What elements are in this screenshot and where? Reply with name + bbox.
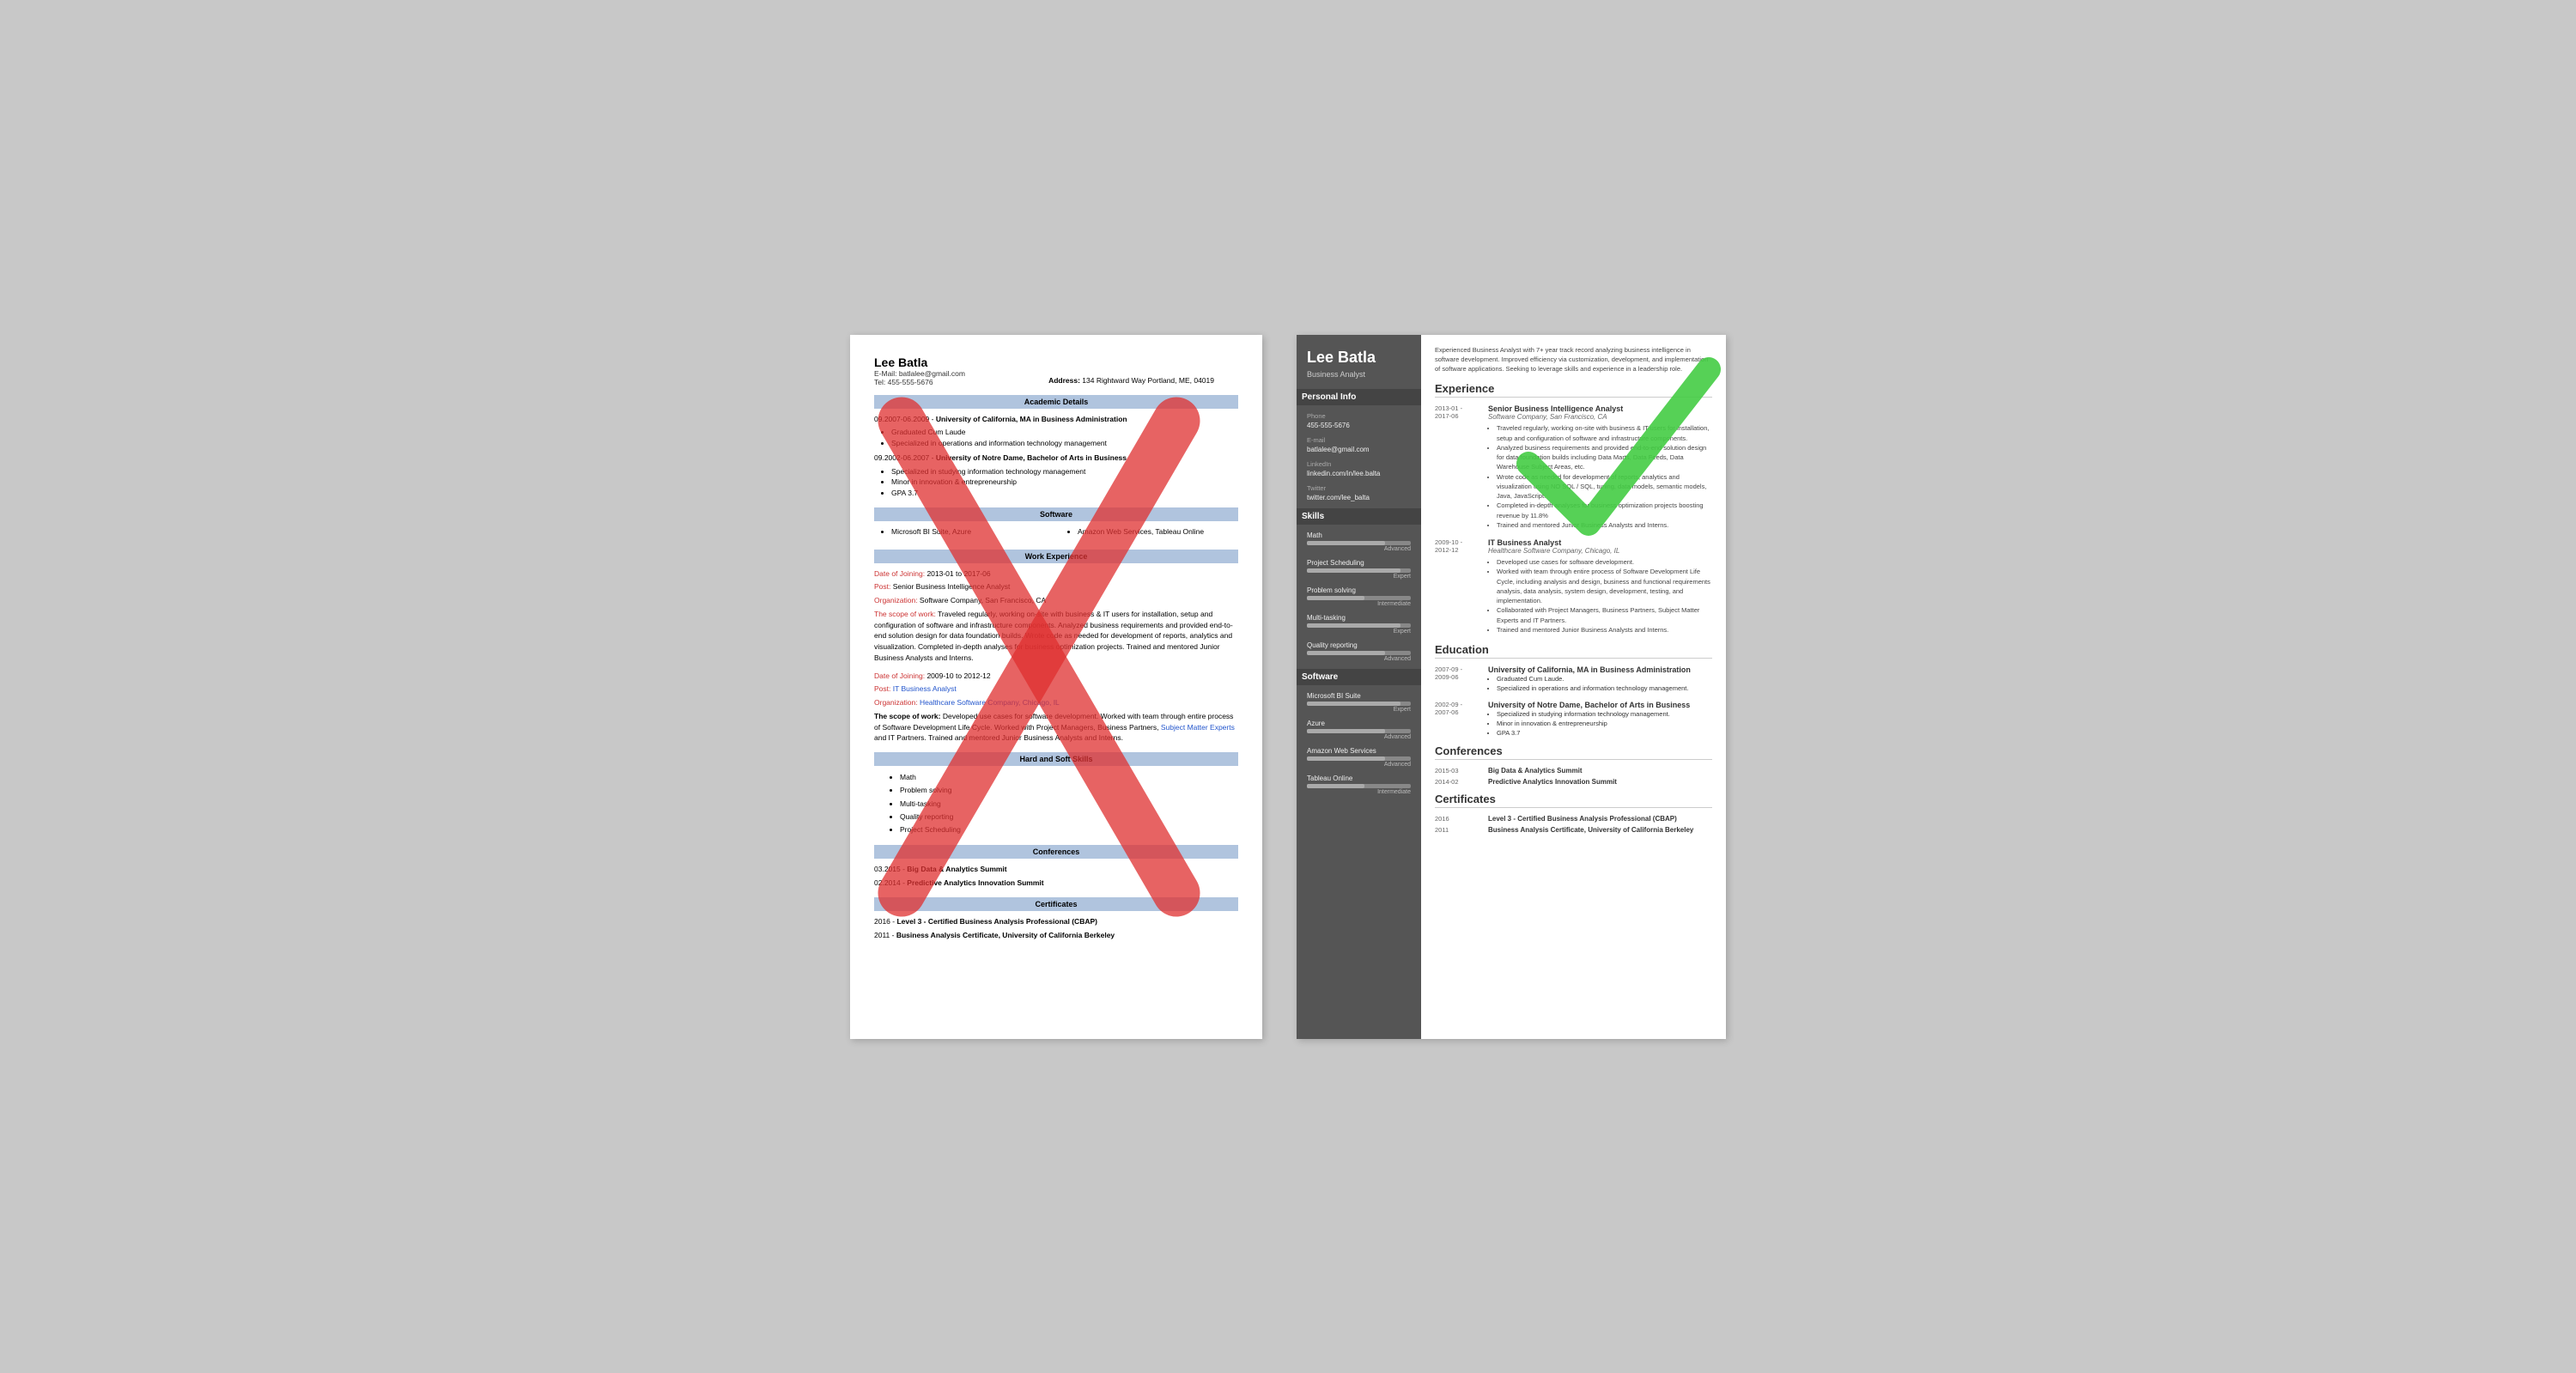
left-email: E-Mail: batlalee@gmail.com	[874, 369, 965, 378]
left-name: Lee Batla	[874, 355, 927, 369]
email-info: E-mail batlalee@gmail.com	[1307, 436, 1411, 453]
edu-entry-1-bullets: Graduated Cum Laude Specialized in opera…	[891, 427, 1238, 449]
phone-info: Phone 455-555-5676	[1307, 412, 1411, 429]
academic-header: Academic Details	[874, 395, 1238, 409]
cert-2: 2011 - Business Analysis Certificate, Un…	[874, 930, 1238, 941]
work-header: Work Experience	[874, 550, 1238, 563]
skills-title: Skills	[1297, 508, 1421, 525]
software-header: Software	[874, 507, 1238, 521]
sidebar: Lee Batla Business Analyst Personal Info…	[1297, 335, 1421, 1039]
skills-list: Math Problem solving Multi-tasking Quali…	[874, 771, 1238, 836]
conf-2: 02.2014 - Predictive Analytics Innovatio…	[874, 878, 1238, 889]
sw-ms-bi: Microsoft BI Suite Expert	[1307, 692, 1411, 713]
sw-aws: Amazon Web Services Advanced	[1307, 747, 1411, 768]
cert-entry-2: 2011 Business Analysis Certificate, Univ…	[1435, 826, 1712, 834]
twitter-info: Twitter twitter.com/lee_balta	[1307, 484, 1411, 501]
experience-section-title: Experience	[1435, 382, 1712, 398]
cert-1: 2016 - Level 3 - Certified Business Anal…	[874, 916, 1238, 927]
linkedin-info: LinkedIn linkedin.com/in/lee.balta	[1307, 460, 1411, 477]
skill-math: Math Advanced	[1307, 532, 1411, 552]
edu-entry-2: 2002-09 -2007-06 University of Notre Dam…	[1435, 701, 1712, 738]
software-title: Software	[1297, 669, 1421, 685]
exp-entry-2: 2009-10 -2012-12 IT Business Analyst Hea…	[1435, 538, 1712, 635]
education-section-title: Education	[1435, 643, 1712, 659]
skill-quality-reporting: Quality reporting Advanced	[1307, 641, 1411, 662]
skill-problem-solving: Problem solving Intermediate	[1307, 586, 1411, 607]
conf-entry-1: 2015-03 Big Data & Analytics Summit	[1435, 767, 1712, 775]
summary: Experienced Business Analyst with 7+ yea…	[1435, 345, 1712, 374]
edu-entry-1-date: 09.2007-06.2009 - University of Californ…	[874, 414, 1238, 425]
edu-entry-1: 2007-09 -2009-06 University of Californi…	[1435, 665, 1712, 694]
software-skills: Microsoft BI Suite, Azure Amazon Web Ser…	[874, 526, 1238, 541]
conf-1: 03.2015 - Big Data & Analytics Summit	[874, 864, 1238, 875]
edu-entry-2-bullets: Specialized in studying information tech…	[891, 466, 1238, 499]
right-resume: Lee Batla Business Analyst Personal Info…	[1297, 335, 1726, 1039]
conferences-header: Conferences	[874, 845, 1238, 859]
personal-info-title: Personal Info	[1297, 389, 1421, 405]
work-entry-1: Date of Joining: 2013-01 to 2017-06 Post…	[874, 568, 1238, 664]
skills-header: Hard and Soft Skills	[874, 752, 1238, 766]
left-resume: Lee Batla E-Mail: batlalee@gmail.com Tel…	[850, 335, 1262, 1039]
conf-entry-2: 2014-02 Predictive Analytics Innovation …	[1435, 778, 1712, 786]
certificates-header: Certificates	[874, 897, 1238, 911]
left-address: Address: 134 Rightward Way Portland, ME,…	[1048, 376, 1214, 385]
left-tel: Tel: 455-555-5676	[874, 378, 933, 386]
work-entry-2: Date of Joining: 2009-10 to 2012-12 Post…	[874, 671, 1238, 744]
right-title: Business Analyst	[1307, 370, 1411, 379]
right-name: Lee Batla	[1307, 349, 1411, 368]
main-content: Experienced Business Analyst with 7+ yea…	[1421, 335, 1726, 1039]
edu-entry-2-date: 09.2002-06.2007 - University of Notre Da…	[874, 453, 1238, 464]
skill-project-scheduling: Project Scheduling Expert	[1307, 559, 1411, 580]
conferences-section-title: Conferences	[1435, 744, 1712, 760]
sw-tableau: Tableau Online Intermediate	[1307, 775, 1411, 795]
sw-azure: Azure Advanced	[1307, 720, 1411, 740]
exp-entry-1: 2013-01 -2017-06 Senior Business Intelli…	[1435, 404, 1712, 530]
certificates-section-title: Certificates	[1435, 793, 1712, 808]
skill-multitasking: Multi-tasking Expert	[1307, 614, 1411, 635]
cert-entry-1: 2016 Level 3 - Certified Business Analys…	[1435, 815, 1712, 823]
